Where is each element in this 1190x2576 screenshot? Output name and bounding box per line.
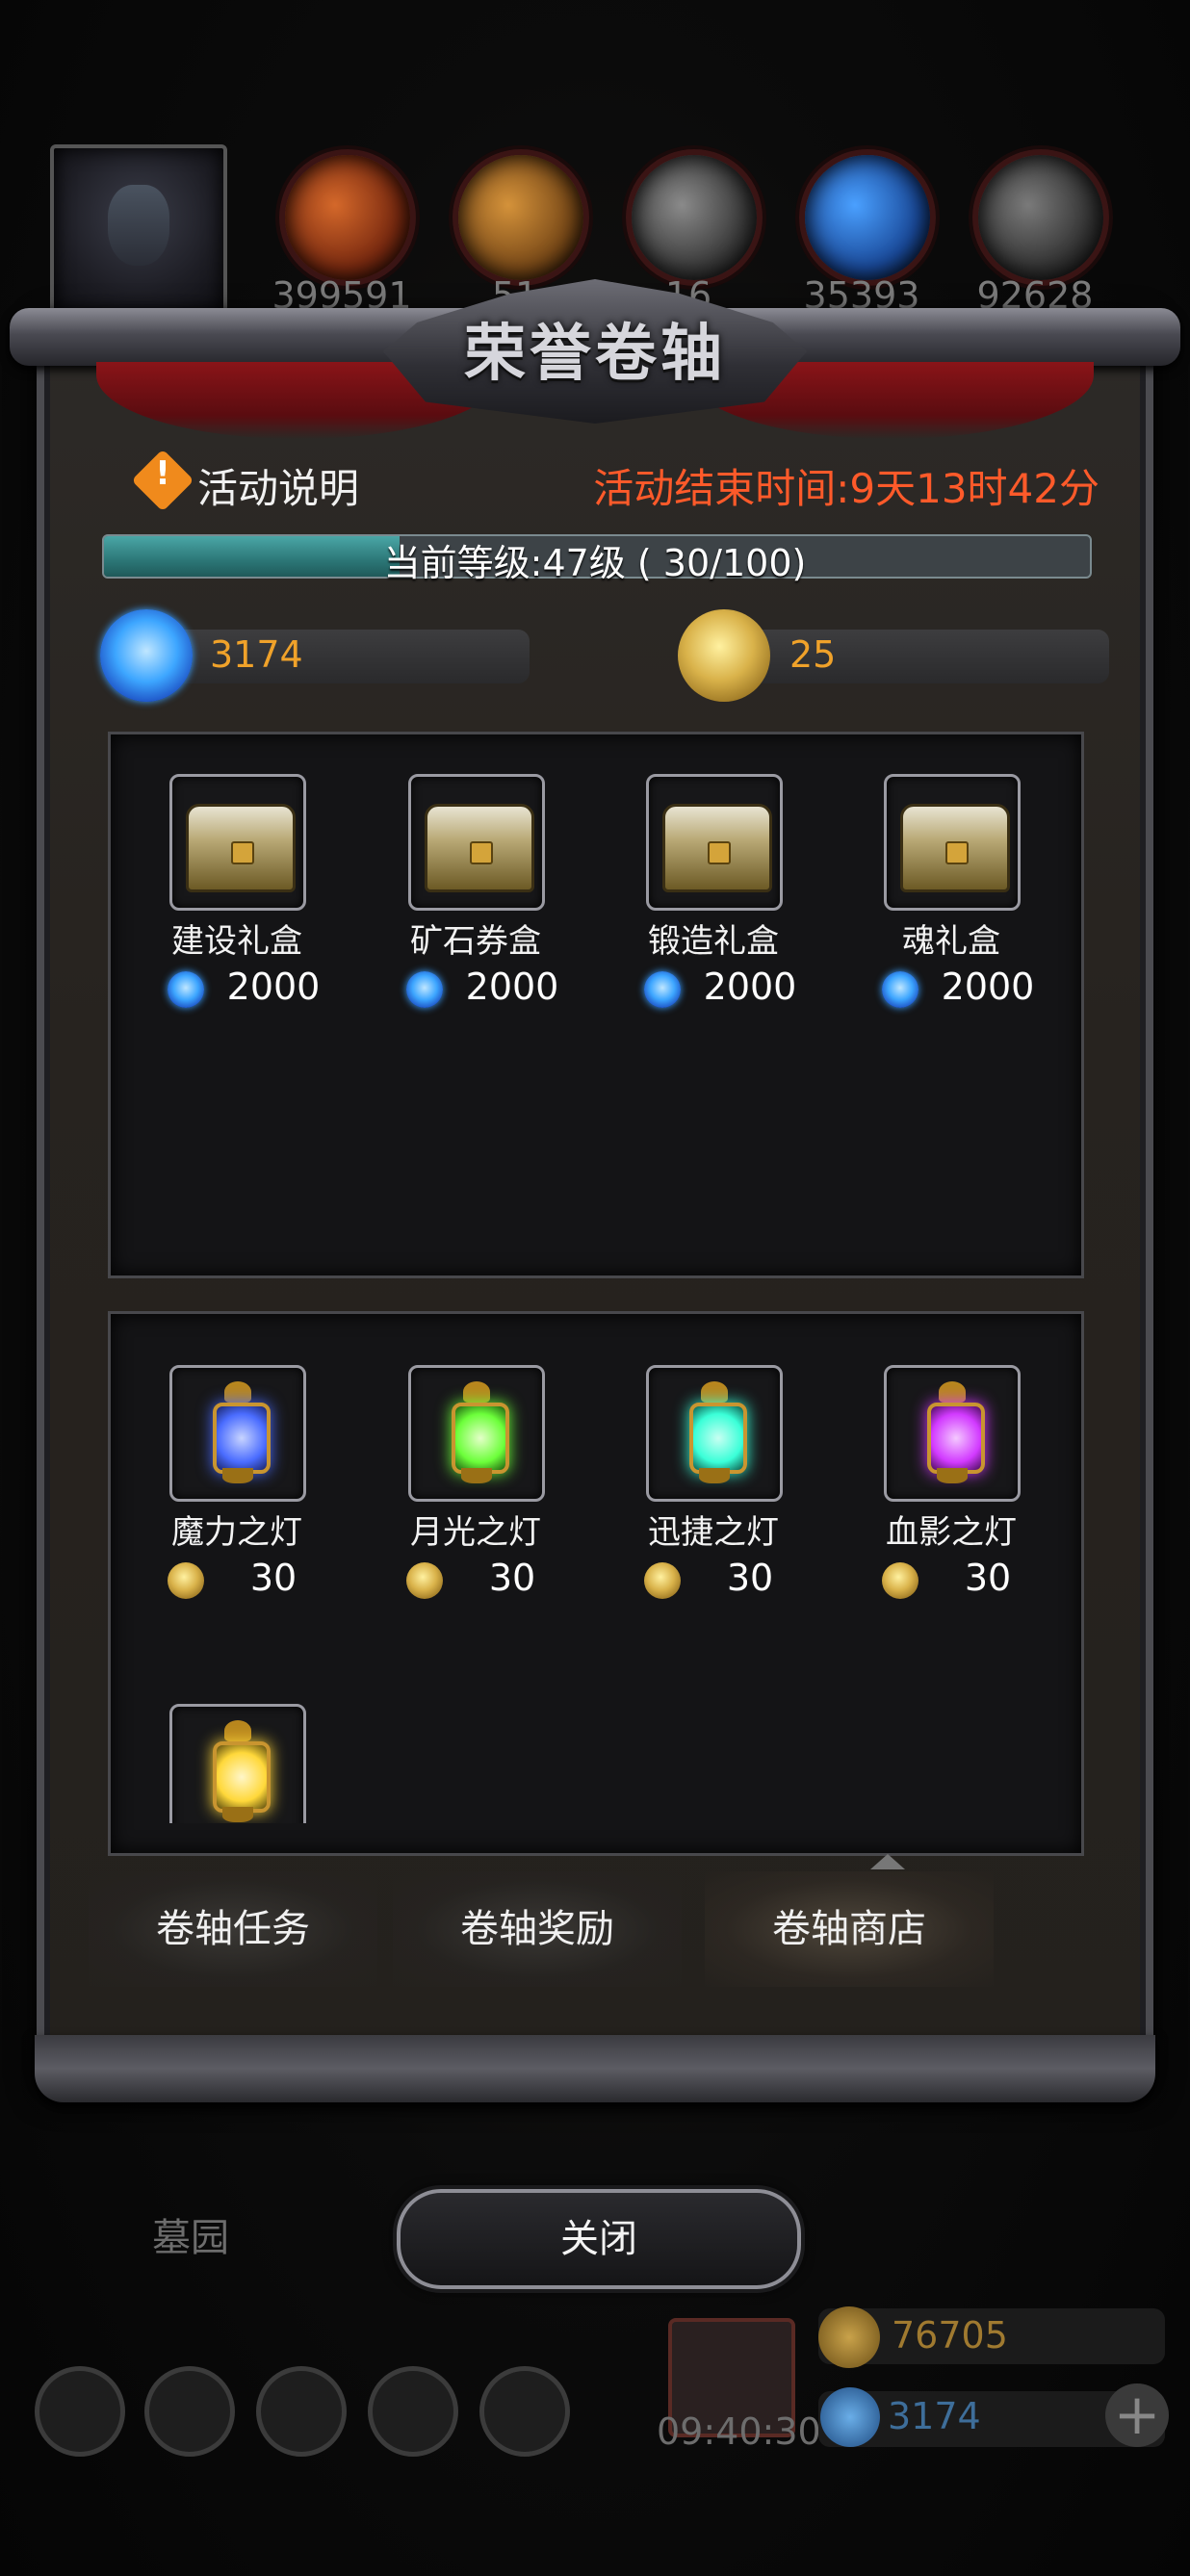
mail-icon[interactable] — [368, 2366, 458, 2457]
item-price: 2000 — [703, 966, 797, 1008]
coin-icon — [644, 1562, 681, 1599]
avatar-face — [108, 185, 169, 266]
shop-item-build-box[interactable]: 建设礼盒 2000 — [168, 774, 320, 1012]
item-price: 30 — [249, 1557, 298, 1599]
shop-item-forge-box[interactable]: 锻造礼盒 2000 — [644, 774, 796, 1012]
gift-timer: 09:40:30 — [657, 2410, 821, 2453]
shop-item-ore-ticket-box[interactable]: 矿石券盒 2000 — [406, 774, 558, 1012]
gem-amount: 3174 — [888, 2395, 981, 2437]
item-name: 矿石券盒 — [410, 922, 541, 961]
item-frame — [884, 774, 1021, 911]
tab-scroll-rewards[interactable]: 卷轴奖励 — [393, 1871, 682, 1987]
gem-icon — [820, 2387, 880, 2447]
shop-item-golden-lamp[interactable] — [169, 1704, 306, 1823]
event-info-link[interactable]: 活动说明 — [197, 456, 359, 515]
shop-item-soul-box[interactable]: 魂礼盒 2000 — [882, 774, 1034, 1012]
active-tab-indicator — [870, 1854, 905, 1869]
lamp-icon — [687, 1381, 747, 1485]
coin-balance: 25 — [789, 633, 837, 676]
event-end-time: 活动结束时间:9天13时42分 — [593, 465, 1099, 512]
treasure-chest-icon — [425, 804, 534, 892]
item-name: 迅捷之灯 — [648, 1513, 779, 1552]
item-name: 血影之灯 — [886, 1513, 1017, 1552]
item-name: 魔力之灯 — [171, 1513, 302, 1552]
shop-item-blood-shadow-lamp[interactable]: 血影之灯 30 — [882, 1365, 1021, 1603]
gem-icon — [882, 971, 918, 1008]
item-frame — [646, 1365, 783, 1502]
item-frame — [169, 774, 306, 911]
coin-icon — [882, 1562, 918, 1599]
gold-amount: 76705 — [892, 2314, 1008, 2357]
tab-bar: 卷轴任务 卷轴奖励 卷轴商店 — [89, 1871, 1101, 1987]
shop-item-mana-lamp[interactable]: 魔力之灯 30 — [168, 1365, 306, 1603]
item-price: 30 — [488, 1557, 536, 1599]
item-name: 建设礼盒 — [171, 922, 302, 961]
blue-crystal-icon — [799, 149, 936, 286]
item-frame — [169, 1365, 306, 1502]
gem-icon — [644, 971, 681, 1008]
lamp-icon — [450, 1381, 509, 1485]
iron-ingot-icon — [626, 149, 763, 286]
gem-balance-box — [144, 630, 530, 683]
item-frame — [408, 774, 545, 911]
handshake-icon[interactable] — [479, 2366, 570, 2457]
honor-coin-icon — [678, 609, 770, 702]
tab-scroll-shop[interactable]: 卷轴商店 — [705, 1871, 994, 1987]
coin-balance-box — [724, 630, 1109, 683]
item-price: 30 — [964, 1557, 1012, 1599]
settings-gear-icon[interactable] — [35, 2366, 125, 2457]
clipped-item-row — [108, 1700, 1078, 1823]
shop-item-swift-lamp[interactable]: 迅捷之灯 30 — [644, 1365, 783, 1603]
ore-orange-icon — [279, 149, 416, 286]
shop-item-moonlight-lamp[interactable]: 月光之灯 30 — [406, 1365, 545, 1603]
treasure-chest-icon — [900, 804, 1010, 892]
panel-bottom-frame — [35, 2035, 1155, 2102]
item-price: 2000 — [226, 966, 321, 1008]
item-price: 2000 — [941, 966, 1035, 1008]
item-frame — [884, 1365, 1021, 1502]
item-name: 月光之灯 — [410, 1513, 541, 1552]
item-frame — [646, 774, 783, 911]
item-name: 魂礼盒 — [902, 922, 1000, 961]
add-gems-button[interactable]: + — [1105, 2383, 1169, 2447]
item-price: 30 — [726, 1557, 774, 1599]
stone-block-icon — [972, 149, 1109, 286]
gold-stack-icon — [818, 2306, 880, 2368]
lamp-icon — [925, 1381, 985, 1485]
gem-balance: 3174 — [210, 633, 303, 676]
tab-scroll-tasks[interactable]: 卷轴任务 — [89, 1871, 377, 1987]
honor-gem-icon — [100, 609, 193, 702]
panel-title: 荣誉卷轴 — [464, 318, 726, 390]
item-name: 锻造礼盒 — [648, 922, 779, 961]
wood-plank-icon — [453, 149, 589, 286]
player-avatar[interactable] — [50, 144, 227, 322]
gem-icon — [168, 971, 204, 1008]
exclamation-icon: ! — [155, 454, 170, 493]
treasure-chest-icon — [662, 804, 772, 892]
treasure-chest-icon — [186, 804, 296, 892]
close-button[interactable]: 关闭 — [397, 2189, 801, 2289]
coin-icon — [406, 1562, 443, 1599]
location-label: 墓园 — [152, 2216, 229, 2260]
item-frame — [408, 1365, 545, 1502]
guild-banner-icon[interactable] — [256, 2366, 347, 2457]
item-price: 2000 — [465, 966, 559, 1008]
gem-icon — [406, 971, 443, 1008]
lamp-icon — [211, 1720, 271, 1823]
level-text: 当前等级:47级 ( 30/100) — [383, 542, 807, 584]
coin-icon — [168, 1562, 204, 1599]
lamp-icon — [211, 1381, 271, 1485]
achievement-star-icon[interactable] — [144, 2366, 235, 2457]
